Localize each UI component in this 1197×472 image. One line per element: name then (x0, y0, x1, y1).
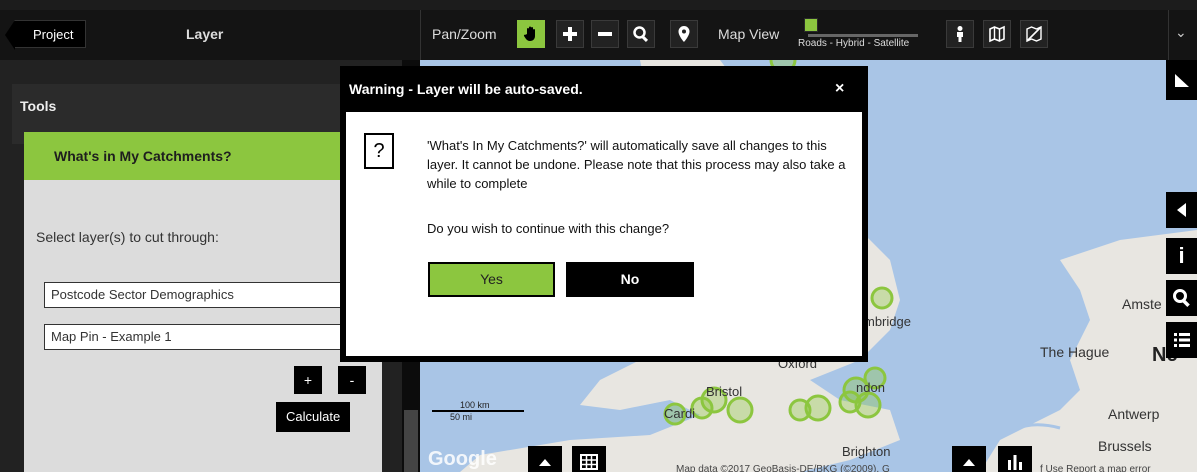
data-table-button[interactable] (572, 446, 606, 472)
card-title: What's in My Catchments? (54, 148, 232, 164)
triangle-left-icon (1176, 203, 1186, 217)
dialog-message: 'What's In My Catchments?' will automati… (427, 138, 846, 191)
project-back-button[interactable]: Project (4, 20, 87, 50)
folded-map-icon (989, 25, 1005, 43)
add-layer-button[interactable]: + (294, 366, 322, 394)
search-map-button[interactable] (627, 20, 655, 48)
yes-button[interactable]: Yes (428, 262, 555, 297)
dialog-title: Warning - Layer will be auto-saved. (349, 81, 583, 97)
zoom-out-button[interactable] (591, 20, 619, 48)
layer-select-1[interactable]: Postcode Sector Demographics (44, 282, 374, 308)
no-button[interactable]: No (566, 262, 694, 297)
minus-icon (598, 32, 612, 36)
info-icon: i (1178, 243, 1185, 268)
close-icon[interactable]: × (835, 80, 844, 98)
layer-title: Layer (186, 26, 224, 42)
remove-layer-button[interactable]: - (338, 366, 366, 394)
list-icon (1173, 333, 1190, 347)
map-label-antwerp: Antwerp (1108, 406, 1160, 422)
map-label-amsterdam: Amste (1122, 296, 1162, 312)
map-off-icon (1026, 25, 1042, 43)
map-label-bristol: Bristol (706, 384, 743, 399)
toolbar-divider (420, 10, 421, 60)
toolbar-divider-right (1168, 10, 1169, 60)
google-logo: Google (428, 448, 497, 470)
side-search-button[interactable] (1166, 280, 1197, 316)
pan-zoom-label: Pan/Zoom (432, 26, 497, 42)
map-label-cardiff: Cardi (664, 406, 696, 421)
legend-button[interactable] (1166, 322, 1197, 358)
map-label-brighton: Brighton (842, 444, 891, 459)
question-icon: ? (364, 133, 394, 169)
top-toolbar: Project Layer Pan/Zoom Map View Roads - … (0, 10, 1197, 60)
hide-map-button[interactable] (1020, 20, 1048, 48)
select-layers-prompt: Select layer(s) to cut through: (36, 229, 219, 245)
scale-km: 100 km (432, 400, 524, 412)
layer-select-2[interactable]: Map Pin - Example 1 (44, 324, 374, 350)
map-label-brussels: Brussels (1098, 438, 1152, 454)
map-scale: 100 km 50 mi (432, 400, 524, 422)
dialog-question: Do you wish to continue with this change… (427, 221, 670, 236)
map-label-the-hague: The Hague (1040, 344, 1110, 360)
bar-chart-icon (1008, 455, 1022, 470)
person-icon (957, 26, 963, 42)
map-view-slider-knob[interactable] (804, 18, 818, 32)
panel-scrollbar-thumb[interactable] (404, 410, 418, 472)
map-attribution: Map data ©2017 GeoBasis-DE/BKG (©2009), … (676, 464, 890, 472)
search-icon (1172, 289, 1190, 308)
zoom-in-button[interactable] (556, 20, 584, 48)
map-view-options: Roads - Hybrid - Satellite (798, 38, 910, 49)
street-view-button[interactable] (946, 20, 974, 48)
chart-button[interactable] (998, 446, 1032, 472)
pan-tool-button[interactable] (517, 20, 545, 48)
expand-up-button[interactable] (952, 446, 986, 472)
side-collapse-button[interactable] (1166, 192, 1197, 228)
collapse-up-button[interactable] (528, 446, 562, 472)
map-corner-button[interactable] (1166, 60, 1197, 100)
tools-label: Tools (20, 98, 57, 114)
hand-icon (523, 26, 535, 41)
info-button[interactable]: i (1166, 238, 1197, 274)
map-label-london: ndon (856, 380, 885, 395)
map-view-slider-track[interactable] (808, 34, 918, 37)
chevron-down-icon[interactable]: ⌄ (1175, 24, 1187, 41)
table-grid-icon (580, 454, 598, 470)
map-view-label: Map View (718, 26, 780, 42)
triangle-up-icon (963, 459, 975, 466)
map-layers-button[interactable] (983, 20, 1011, 48)
triangle-up-icon (539, 459, 551, 466)
place-pin-button[interactable] (670, 20, 698, 48)
calculate-button[interactable]: Calculate (276, 402, 351, 432)
card-title-bar[interactable]: What's in My Catchments? (24, 132, 382, 180)
map-pin-icon (678, 26, 690, 42)
scale-mi: 50 mi (450, 412, 473, 422)
search-icon (633, 26, 649, 43)
corner-triangle-icon (1174, 74, 1189, 87)
plus-icon (563, 27, 577, 41)
map-terms[interactable]: f Use Report a map error (1040, 464, 1151, 472)
map-label-cambridge: mbridge (864, 314, 911, 329)
